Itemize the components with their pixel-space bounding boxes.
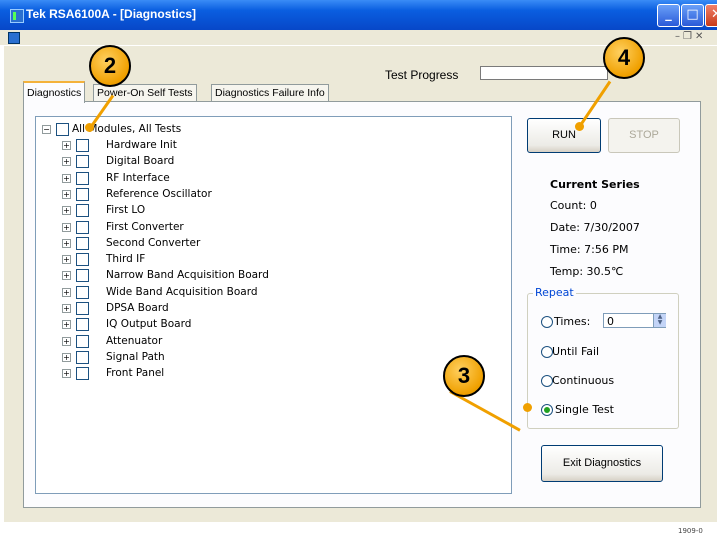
tree-item-checkbox[interactable] <box>76 204 89 218</box>
collapse-icon[interactable]: − <box>42 125 51 134</box>
current-series-title: Current Series <box>550 178 640 191</box>
tree-item-checkbox[interactable] <box>76 334 89 348</box>
callout-3-target <box>523 403 532 412</box>
document-icon[interactable] <box>8 32 20 44</box>
continuous-label: Continuous <box>552 374 615 387</box>
expand-icon[interactable]: + <box>62 157 71 167</box>
single-test-radio[interactable] <box>541 404 553 416</box>
repeat-legend: Repeat <box>533 286 576 299</box>
callout-4: 4 <box>603 37 645 79</box>
tree-item-label: First Converter <box>106 220 184 233</box>
tab-diagnostics[interactable]: Diagnostics <box>23 81 86 103</box>
tree-item-label: DPSA Board <box>106 302 169 314</box>
tree-item-checkbox[interactable] <box>76 139 89 152</box>
tab-diagnostics-failure-info[interactable]: Diagnostics Failure Info <box>211 84 329 101</box>
tree-item-label: Second Converter <box>106 236 201 249</box>
expand-icon[interactable]: + <box>62 206 71 216</box>
expand-icon[interactable]: + <box>62 189 71 199</box>
figure-number: 1909-0 <box>678 527 703 535</box>
tree-item-label: Third IF <box>106 253 146 266</box>
tree-item-label: Hardware Init <box>106 139 177 151</box>
callout-3: 3 <box>443 355 485 397</box>
tree-item-label: IQ Output Board <box>106 318 192 331</box>
tree-item-checkbox[interactable] <box>76 253 89 267</box>
tree-item-label: RF Interface <box>106 171 170 184</box>
times-label: Times: <box>554 315 591 328</box>
series-time: Time: 7:56 PM <box>550 243 629 256</box>
expand-icon[interactable]: + <box>62 222 71 232</box>
exit-diagnostics-button[interactable]: Exit Diagnostics <box>541 445 663 482</box>
window-title: Tek RSA6100A - [Diagnostics] <box>26 7 197 21</box>
single-test-label: Single Test <box>555 403 614 416</box>
tree-root-checkbox[interactable] <box>56 123 69 136</box>
tree-item-checkbox[interactable] <box>76 318 89 332</box>
tree-item-label: Attenuator <box>106 334 163 347</box>
tree-item-checkbox[interactable] <box>76 350 89 364</box>
expand-icon[interactable]: + <box>62 352 71 362</box>
tree-item-checkbox[interactable] <box>76 367 89 381</box>
stop-button[interactable]: STOP <box>608 118 680 153</box>
test-progress-bar <box>480 66 608 80</box>
expand-icon[interactable]: + <box>62 320 71 330</box>
series-date: Date: 7/30/2007 <box>550 221 640 234</box>
tree-item-label: Digital Board <box>106 155 175 168</box>
tree-item-checkbox[interactable] <box>76 236 89 250</box>
tree-item-label: Narrow Band Acquisition Board <box>106 269 269 282</box>
expand-icon[interactable]: + <box>62 271 71 281</box>
tree-item-label: First LO <box>106 204 146 217</box>
expand-icon[interactable]: + <box>62 141 71 150</box>
tree-item-checkbox[interactable] <box>76 171 89 185</box>
tree-item-label: Reference Oscillator <box>106 187 212 200</box>
expand-icon[interactable]: + <box>62 336 71 346</box>
callout-4-target <box>575 122 584 131</box>
close-button[interactable]: ✕ <box>705 4 717 27</box>
tree-item-label: Front Panel <box>106 367 165 380</box>
mdi-window-controls[interactable]: –❐✕ <box>675 31 706 42</box>
tree-item-checkbox[interactable] <box>76 269 89 283</box>
callout-2-target <box>85 123 94 132</box>
test-tree: − All Modules, All Tests + Hardware Init +… <box>35 116 512 494</box>
maximize-button[interactable]: □ <box>681 4 704 27</box>
expand-icon[interactable]: + <box>62 255 71 265</box>
expand-icon[interactable]: + <box>62 369 71 379</box>
expand-icon[interactable]: + <box>62 304 71 313</box>
tree-item-label: Signal Path <box>106 350 165 363</box>
tree-item-checkbox[interactable] <box>76 285 89 299</box>
expand-icon[interactable]: + <box>62 173 71 183</box>
tree-item-checkbox[interactable] <box>76 187 89 201</box>
minimize-button[interactable]: _ <box>657 4 680 27</box>
expand-icon[interactable]: + <box>62 287 71 297</box>
tree-item-label: Wide Band Acquisition Board <box>106 285 258 298</box>
callout-2: 2 <box>89 45 131 87</box>
tree-item-checkbox[interactable] <box>76 155 89 169</box>
series-count: Count: 0 <box>550 199 597 212</box>
tree-item-checkbox[interactable] <box>76 220 89 234</box>
test-progress-label: Test Progress <box>385 68 459 82</box>
tree-item-checkbox[interactable] <box>76 302 89 315</box>
times-spinner[interactable]: ▲ ▼ <box>653 314 666 327</box>
run-button[interactable]: RUN <box>527 118 601 153</box>
times-radio[interactable] <box>541 316 553 328</box>
expand-icon[interactable]: + <box>62 238 71 248</box>
series-temp: Temp: 30.5℃ <box>550 265 624 278</box>
until-fail-label: Until Fail <box>552 345 600 358</box>
app-icon <box>10 9 24 23</box>
